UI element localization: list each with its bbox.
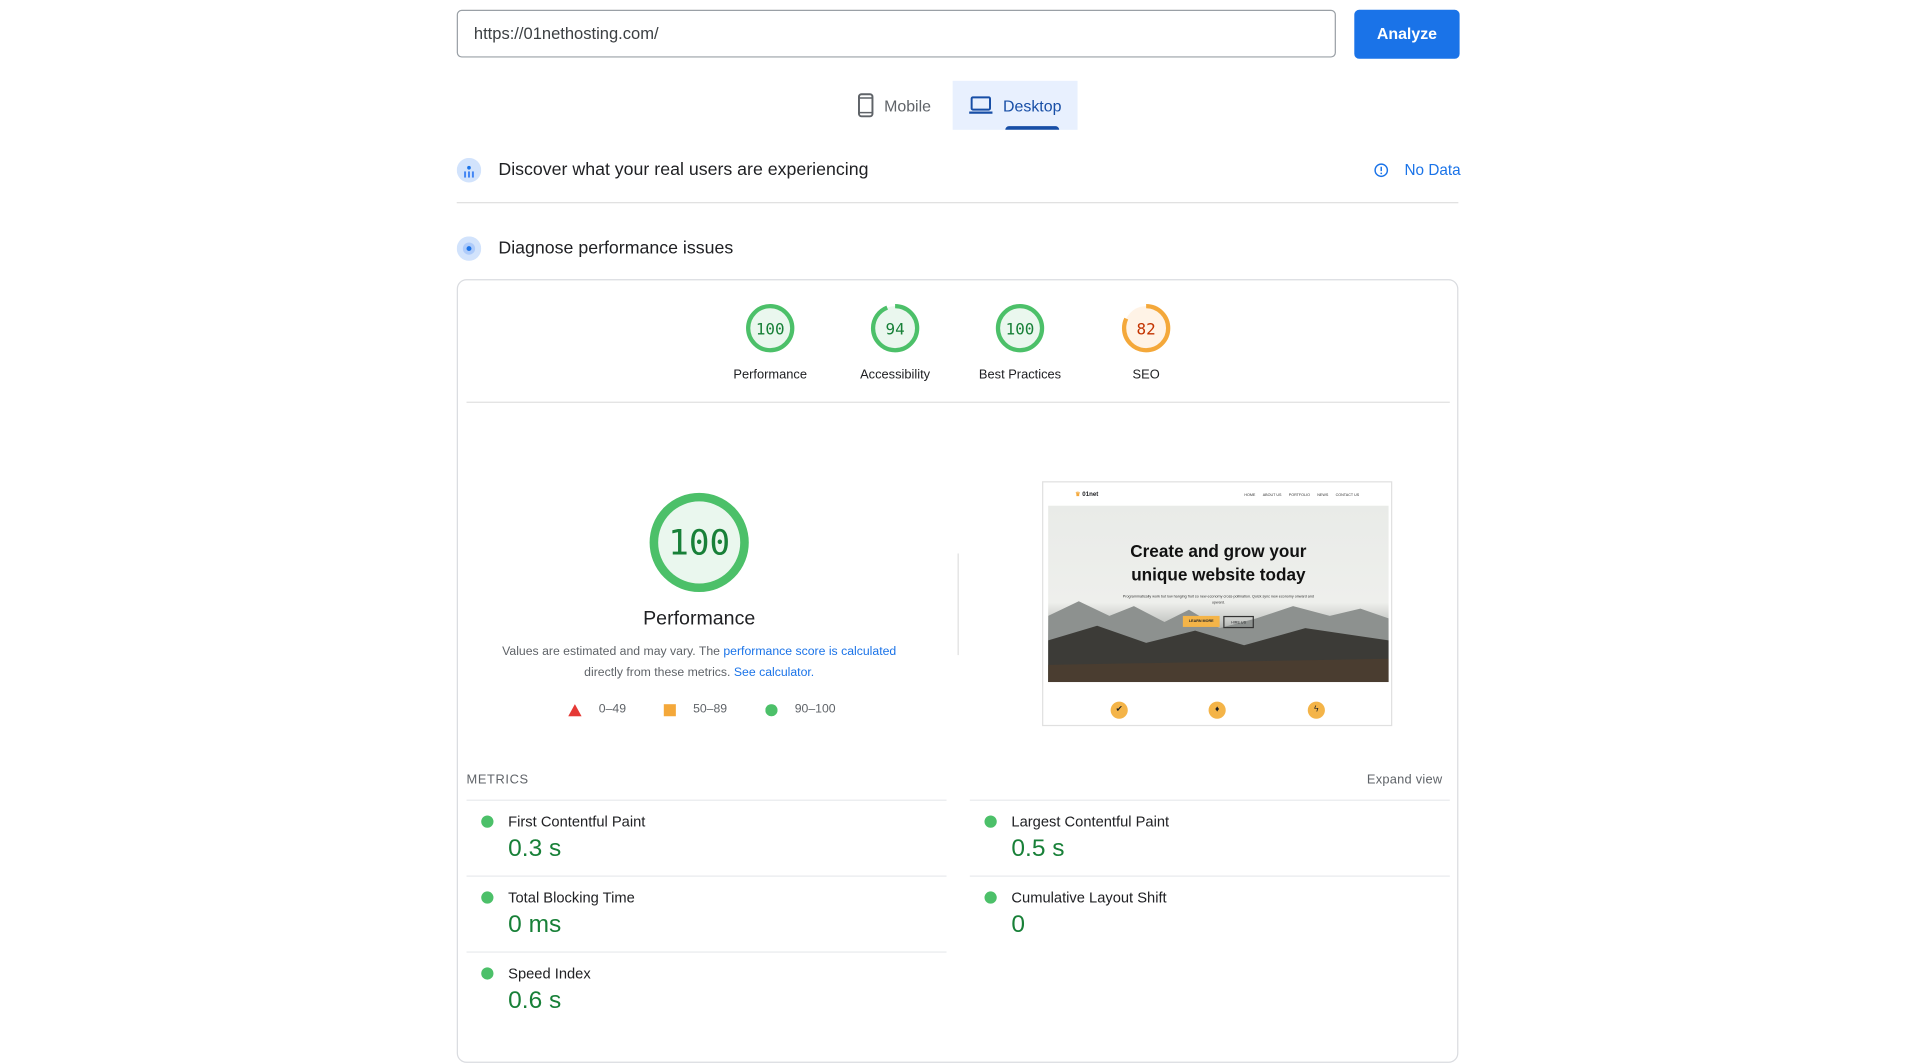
score-value: 100 <box>756 319 785 338</box>
metric-label: Total Blocking Time <box>508 888 635 907</box>
metric-value: 0.3 s <box>508 835 562 863</box>
diamond-icon: ♦ <box>1208 701 1226 719</box>
score-ring: 82 <box>1121 303 1171 353</box>
divider <box>466 401 1450 403</box>
performance-score: 100 <box>668 524 730 564</box>
circle-icon <box>765 703 778 716</box>
preview-hero: Create and grow your unique website today… <box>1048 505 1389 683</box>
legend-average: 50–89 <box>663 703 727 716</box>
triangle-icon <box>568 703 582 716</box>
category-gauge-seo[interactable]: 82 SEO <box>1091 301 1201 382</box>
metric-item: Cumulative Layout Shift 0 <box>969 875 1450 952</box>
phone-icon <box>858 93 874 118</box>
pass-circle-icon <box>984 891 997 904</box>
expand-view-button[interactable]: Expand view <box>1367 773 1443 788</box>
metric-item: First Contentful Paint 0.3 s <box>466 799 947 876</box>
metric-item: Total Blocking Time 0 ms <box>466 875 947 952</box>
metric-item: Speed Index 0.6 s <box>466 951 947 1027</box>
diagnose-title: Diagnose performance issues <box>498 238 734 259</box>
url-input[interactable]: https://01nethosting.com/ <box>456 9 1336 58</box>
category-gauge-accessibility[interactable]: 94 Accessibility <box>840 301 950 382</box>
legend-pass: 90–100 <box>765 703 836 716</box>
pass-circle-icon <box>481 967 494 980</box>
pass-circle-icon <box>481 891 494 904</box>
metric-item: Largest Contentful Paint 0.5 s <box>969 799 1450 876</box>
metric-label: Largest Contentful Paint <box>1011 813 1170 831</box>
score-calculated-link[interactable]: performance score is calculated <box>723 645 896 658</box>
bolt-icon: ϟ <box>1307 701 1325 719</box>
category-gauge-performance[interactable]: 100 Performance <box>715 301 825 382</box>
metric-value: 0.6 s <box>508 986 562 1014</box>
category-label: SEO <box>1132 367 1160 383</box>
performance-gauge: 100 <box>649 492 749 593</box>
diagnose-icon <box>456 236 482 261</box>
metrics-heading: METRICS <box>466 772 529 788</box>
score-value: 100 <box>1006 319 1035 338</box>
active-tab-indicator <box>1005 126 1060 130</box>
legend-fail: 0–49 <box>568 703 626 716</box>
metric-label: Cumulative Layout Shift <box>1011 888 1167 907</box>
metric-value: 0 ms <box>508 911 562 938</box>
pass-circle-icon <box>481 815 494 828</box>
tab-mobile[interactable]: Mobile <box>852 81 936 130</box>
square-icon <box>663 703 676 716</box>
check-icon: ✔ <box>1110 701 1128 719</box>
field-data-title: Discover what your real users are experi… <box>498 160 869 181</box>
info-icon <box>1374 163 1389 178</box>
preview-logo: ♛ 01net <box>1075 491 1099 499</box>
page-screenshot: ♛ 01net HOME ABOUT US PORTFOLIO NEWS CONTACT… <box>1042 481 1393 727</box>
score-value: 82 <box>1137 319 1156 338</box>
preview-hire-us: HIRE US <box>1223 615 1254 629</box>
score-ring: 94 <box>870 303 920 353</box>
score-ring: 100 <box>995 303 1045 353</box>
real-users-icon <box>456 157 482 183</box>
metric-label: Speed Index <box>508 964 591 983</box>
tab-label: Mobile <box>884 96 931 115</box>
tab-desktop[interactable]: Desktop <box>952 80 1078 130</box>
category-label: Performance <box>733 367 808 383</box>
vertical-divider <box>957 553 959 656</box>
preview-nav: HOME ABOUT US PORTFOLIO NEWS CONTACT US <box>1244 492 1360 498</box>
category-label: Accessibility <box>860 367 931 383</box>
no-data-status[interactable]: No Data <box>1405 162 1461 179</box>
score-ring: 100 <box>746 303 795 353</box>
category-label: Best Practices <box>978 367 1062 383</box>
tab-label: Desktop <box>1003 96 1062 115</box>
metric-value: 0 <box>1011 911 1026 938</box>
score-value: 94 <box>886 319 905 338</box>
metric-label: First Contentful Paint <box>508 813 646 831</box>
divider <box>456 202 1459 204</box>
see-calculator-link[interactable]: See calculator. <box>734 666 814 679</box>
metric-value: 0.5 s <box>1011 835 1065 863</box>
category-gauge-best-practices[interactable]: 100 Best Practices <box>965 301 1075 382</box>
preview-learn-more: LEARN MORE <box>1182 615 1220 627</box>
performance-title: Performance <box>643 608 756 630</box>
analyze-button[interactable]: Analyze <box>1354 9 1460 59</box>
performance-description: Values are estimated and may vary. The p… <box>502 645 897 680</box>
laptop-icon <box>969 96 993 114</box>
pass-circle-icon <box>984 815 997 828</box>
